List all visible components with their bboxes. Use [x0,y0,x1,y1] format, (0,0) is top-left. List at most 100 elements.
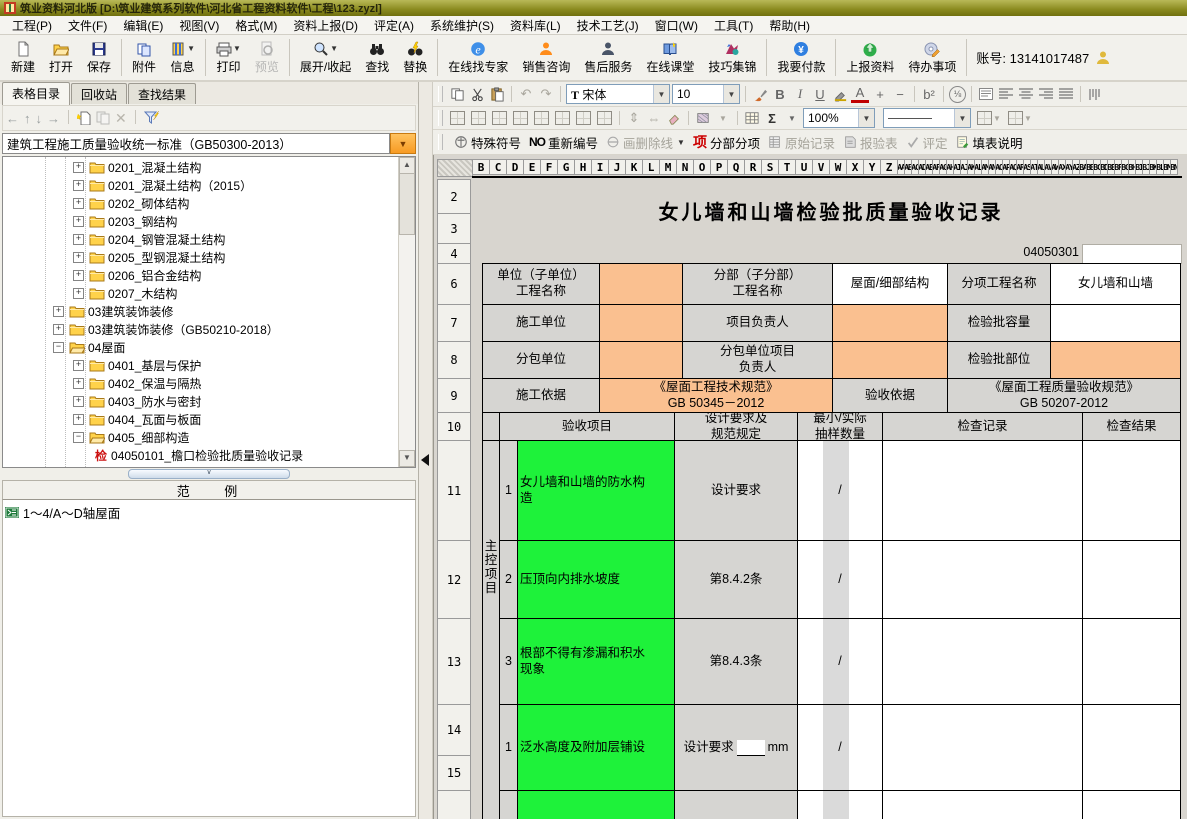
expand-icon[interactable]: + [73,198,84,209]
fill-color-dropdown-icon[interactable]: ▼ [1023,110,1033,127]
check-result-2[interactable] [1082,618,1181,705]
menu-item-0[interactable]: 工程(P) [4,16,60,35]
info-cell-r2c2[interactable]: 分包单位项目 负责人 [682,341,833,379]
info-cell-r0c3[interactable]: 屋面/细部结构 [832,263,948,305]
menu-item-7[interactable]: 系统维护(S) [422,16,502,35]
copy-icon[interactable] [448,86,466,103]
sigma-dropdown-icon[interactable]: ▼ [783,110,801,127]
check-sampling-0[interactable]: / [797,440,883,541]
new-page-icon[interactable] [77,111,91,125]
row-header-2[interactable]: 2 [437,179,471,214]
insert-cells-icon[interactable] [534,111,549,125]
column-header-H[interactable]: H [574,159,592,175]
split-cells-icon[interactable] [471,111,486,125]
minus-icon[interactable]: − [891,86,909,103]
row-header-7[interactable]: 7 [437,304,471,342]
nav-down-icon[interactable]: ↓ [36,112,43,125]
dropdown-arrow-icon[interactable]: ▼ [330,44,338,53]
special-button-分部分项[interactable]: 项分部分项 [693,132,760,152]
dropdown-arrow-icon[interactable]: ▼ [233,44,241,53]
check-item-3[interactable]: 泛水高度及附加层铺设 [517,704,675,791]
toolbar-grip[interactable] [438,134,443,151]
check-header-3[interactable]: 最小/实际 抽样数量 [797,412,883,441]
form-title[interactable]: 女儿墙和山墙检验批质量验收记录 [482,179,1180,241]
info-cell-r1c0[interactable]: 施工单位 [482,304,600,342]
info-cell-r3c0[interactable]: 施工依据 [482,378,600,413]
panel-divider[interactable] [419,82,433,819]
check-header-0[interactable] [482,412,500,441]
toolbar-button-folder-open[interactable]: 打开 [42,39,80,77]
align-left-icon[interactable] [997,86,1015,103]
info-cell-r3c1[interactable]: 《屋面工程技术规范》 GB 50345－2012 [599,378,833,413]
row-header-9[interactable]: 9 [437,378,471,413]
tree-item[interactable]: +0403_防水与密封 [3,392,399,410]
expand-icon[interactable]: + [73,360,84,371]
column-header-T[interactable]: T [778,159,796,175]
tree-item[interactable]: +0401_基层与保护 [3,356,399,374]
check-header-1[interactable]: 验收项目 [499,412,675,441]
scroll-down-icon[interactable]: ▼ [399,450,415,467]
tree-item[interactable]: +0204_钢管混凝土结构 [3,230,399,248]
toolbar-button-printer[interactable]: ▼打印 [209,39,248,77]
tab-表格目录[interactable]: 表格目录 [2,82,70,105]
check-sampling-2[interactable]: / [797,618,883,705]
check-result-0[interactable] [1082,440,1181,541]
nav-up-icon[interactable]: ↑ [24,112,31,125]
column-header-J[interactable]: J [608,159,626,175]
filter-funnel-icon[interactable] [144,111,160,125]
info-cell-r1c2[interactable]: 项目负责人 [682,304,833,342]
expand-icon[interactable]: + [73,414,84,425]
info-cell-r0c0[interactable]: 单位（子单位） 工程名称 [482,263,600,305]
row-header-4[interactable]: 4 [437,243,471,264]
line-style-select[interactable]: ▼ [883,108,971,128]
scroll-up-icon[interactable]: ▲ [399,157,415,174]
align-right-icon[interactable] [1037,86,1055,103]
check-spec-0[interactable]: 设计要求 [674,440,798,541]
tab-回收站[interactable]: 回收站 [71,83,127,104]
paste-icon[interactable] [488,86,506,103]
blank-input-underline[interactable] [737,740,765,756]
cell-pattern-icon[interactable] [576,111,591,125]
toolbar-button-attachment[interactable]: 附件 [125,39,163,77]
dropdown-arrow-icon[interactable]: ▼ [677,138,685,147]
align-center-icon[interactable] [1017,86,1035,103]
align-box-icon[interactable] [977,86,995,103]
tree-item[interactable]: +0206_铝合金结构 [3,266,399,284]
toolbar-button-todo-disc[interactable]: 待办事项 [901,39,963,77]
nav-left-icon[interactable]: ← [6,112,19,125]
tree-item[interactable]: +0207_木结构 [3,284,399,302]
tree-item[interactable]: +0201_混凝土结构（2015） [3,176,399,194]
info-cell-r2c5[interactable] [1050,341,1181,379]
menu-item-6[interactable]: 评定(A) [366,16,422,35]
tree-item[interactable]: +03建筑装饰装修 [3,302,399,320]
fill-color-button[interactable]: ▼ [1008,110,1033,127]
toolbar-button-ie-logo[interactable]: e在线找专家 [441,39,515,77]
check-item-1[interactable]: 压顶向内排水坡度 [517,540,675,619]
menu-item-4[interactable]: 格式(M) [227,16,285,35]
info-cell-r1c5[interactable] [1050,304,1181,342]
check-record-1[interactable] [882,540,1083,619]
ink-color-icon[interactable] [831,86,849,103]
row-header-3[interactable]: 3 [437,213,471,244]
table-icon[interactable] [743,110,761,127]
row-header-10[interactable]: 10 [437,412,471,441]
menu-item-3[interactable]: 视图(V) [171,16,227,35]
tree-item[interactable]: +0205_型钢混凝土结构 [3,248,399,266]
col-spacing-icon[interactable]: ⇔ [645,110,663,127]
menu-item-10[interactable]: 窗口(W) [647,16,706,35]
column-header-V[interactable]: V [812,159,830,175]
check-spec-3[interactable]: 设计要求mm [674,704,798,791]
column-header-K[interactable]: K [625,159,643,175]
expand-icon[interactable]: + [73,270,84,281]
menu-item-9[interactable]: 技术工艺(J) [569,16,647,35]
check-spec-1[interactable]: 第8.4.2条 [674,540,798,619]
tab-查找结果[interactable]: 查找结果 [128,83,196,104]
check-header-5[interactable]: 检查结果 [1082,412,1181,441]
check-header-4[interactable]: 检查记录 [882,412,1083,441]
plus-icon[interactable]: + [871,86,889,103]
special-button-报验表[interactable]: 报验表 [843,133,898,152]
row-header-12[interactable]: 12 [437,540,471,619]
font-dropdown-icon[interactable]: ▼ [653,85,669,103]
toolbar-button-tips[interactable]: 技巧集锦 [701,39,763,77]
pattern-dropdown-icon[interactable]: ▼ [714,110,732,127]
